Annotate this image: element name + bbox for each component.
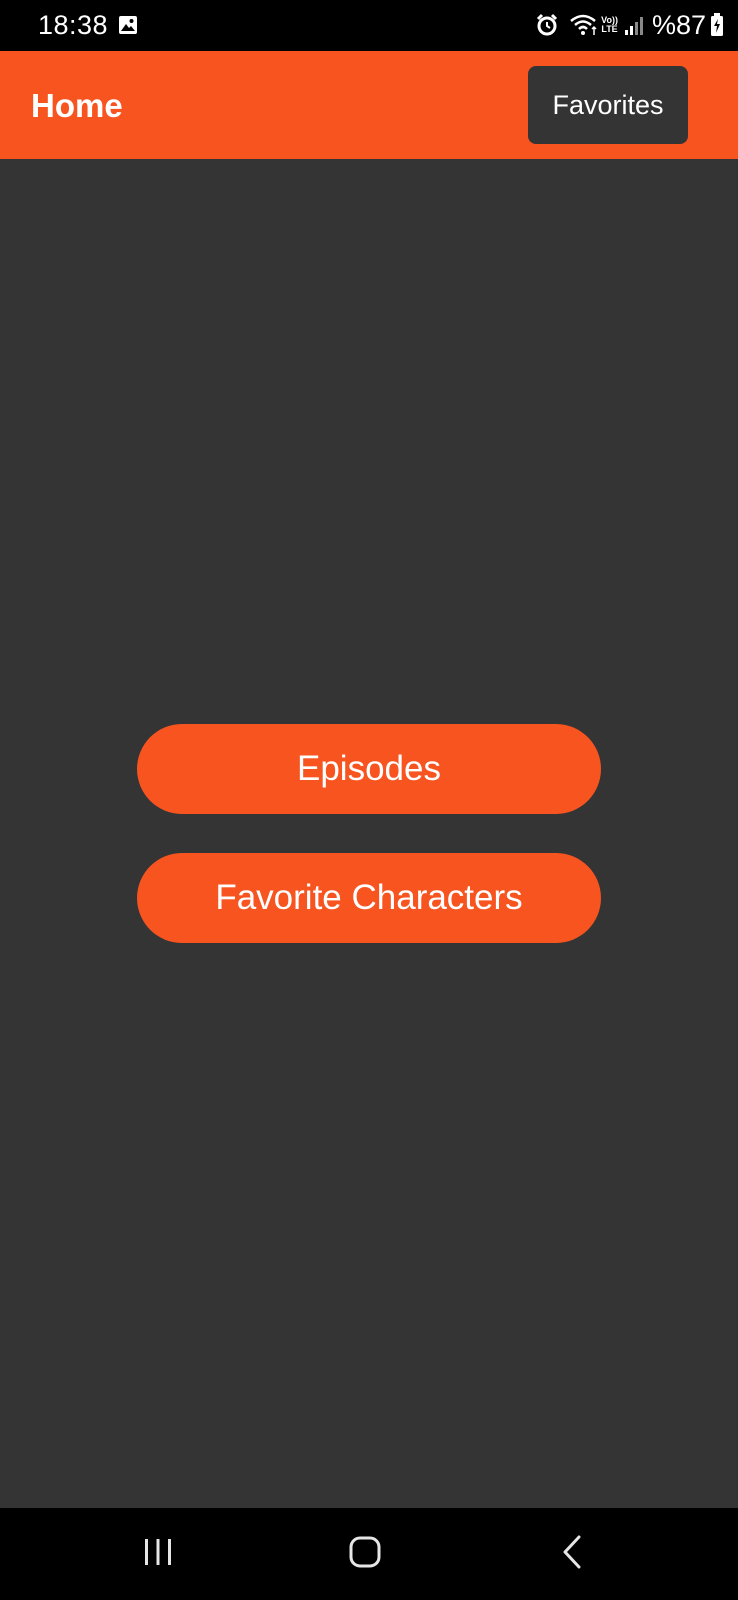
gallery-icon — [118, 15, 138, 35]
home-icon — [349, 1536, 381, 1573]
home-button[interactable] — [305, 1508, 425, 1600]
favorite-characters-button[interactable]: Favorite Characters — [137, 853, 601, 943]
battery-percent: %87 — [651, 9, 706, 40]
back-button[interactable] — [512, 1508, 632, 1600]
status-icons: Vo)) LTE %87 — [535, 8, 724, 42]
favorites-button[interactable]: Favorites — [528, 66, 688, 144]
status-bar: 18:38 Vo)) LTE %87 — [0, 0, 738, 51]
recents-button[interactable] — [98, 1508, 218, 1600]
recents-icon — [142, 1537, 174, 1572]
battery-icon — [710, 13, 724, 37]
page-title: Home — [31, 87, 123, 124]
system-nav-bar — [0, 1508, 738, 1600]
network-label: LTE — [601, 24, 618, 34]
status-time: 18:38 — [38, 10, 109, 40]
volte-indicator: Vo)) LTE — [601, 16, 618, 34]
alarm-icon — [535, 13, 559, 37]
signal-icon — [624, 14, 646, 36]
screen: 18:38 Vo)) LTE %87 Home Favorites Episod… — [0, 0, 738, 1600]
back-icon — [561, 1535, 583, 1574]
wifi-icon — [569, 13, 599, 37]
episodes-button[interactable]: Episodes — [137, 724, 601, 814]
app-bar: Home Favorites — [0, 51, 738, 159]
